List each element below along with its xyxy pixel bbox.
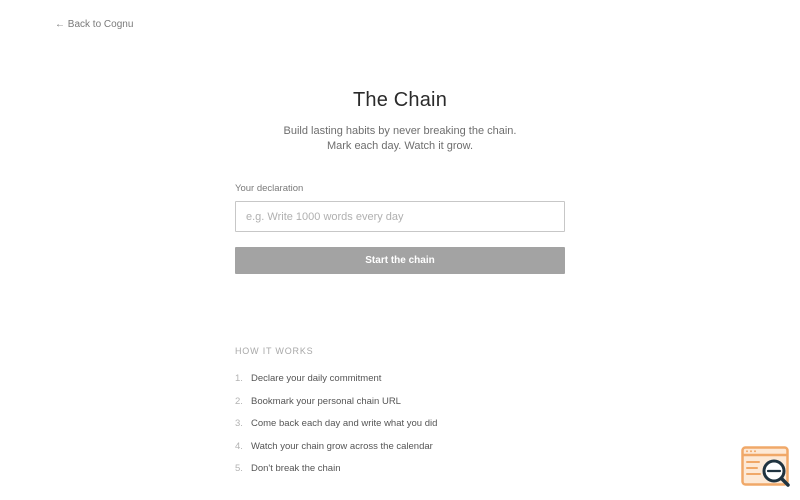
step-item: 4. Watch your chain grow across the calen… (235, 440, 437, 463)
step-item: 3. Come back each day and write what you … (235, 417, 437, 440)
step-number: 4. (235, 440, 243, 452)
step-text: Declare your daily commitment (251, 373, 382, 384)
step-item: 2. Bookmark your personal chain URL (235, 395, 437, 418)
step-number: 3. (235, 418, 243, 429)
step-item: 1. Declare your daily commitment (235, 372, 437, 395)
subtitle-line-1: Build lasting habits by never breaking t… (283, 125, 517, 137)
browser-search-icon (741, 446, 790, 487)
subtitle-line-2: Mark each day. Watch it grow. (326, 140, 474, 152)
step-text: Bookmark your personal chain URL (251, 395, 401, 407)
how-it-works-heading: HOW IT WORKS (235, 346, 314, 356)
step-number: 5. (235, 463, 243, 474)
step-text: Don't break the chain (251, 463, 341, 474)
declaration-input[interactable] (235, 201, 565, 232)
page-title: The Chain (352, 89, 448, 111)
step-number: 1. (235, 373, 243, 384)
start-chain-button[interactable]: Start the chain (235, 247, 565, 274)
step-text: Watch your chain grow across the calenda… (251, 440, 433, 452)
help-widget-button[interactable] (741, 446, 791, 488)
back-to-cognu-link[interactable]: ← Back to Cognu (55, 19, 133, 30)
step-text: Come back each day and write what you di… (251, 418, 438, 429)
step-number: 2. (235, 395, 243, 407)
declaration-label: Your declaration (235, 183, 304, 194)
page-subtitle: Build lasting habits by never breaking t… (0, 124, 800, 154)
step-item: 5. Don't break the chain (235, 462, 437, 485)
how-it-works-list: 1. Declare your daily commitment 2. Bookma… (235, 372, 437, 485)
